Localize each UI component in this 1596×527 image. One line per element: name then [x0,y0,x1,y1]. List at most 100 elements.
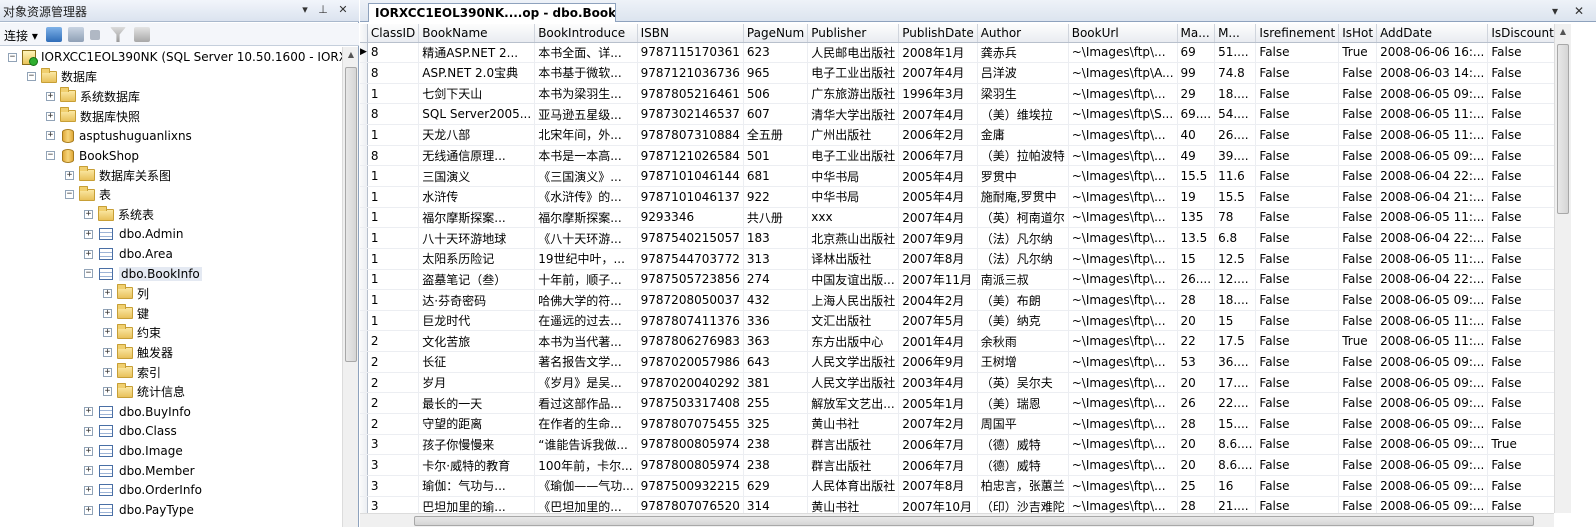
grid-cell[interactable]: 2 [367,413,420,435]
grid-cell[interactable]: 28 [1177,289,1216,311]
grid-cell[interactable]: 9787806276983 [637,330,744,353]
grid-cell[interactable]: 共八册 [743,207,809,229]
grid-cell[interactable]: 49 [1177,145,1216,167]
grid-cell[interactable]: 2008-06-05 11:... [1376,330,1489,353]
grid-cell[interactable]: False [1487,42,1554,64]
grid-cell[interactable]: False [1338,392,1378,415]
table-row[interactable]: 1 天龙八部 北宋年间，外... 9787807310884 全五册 广州出版社 2006年… [360,124,1554,146]
grid-cell[interactable]: 2008-06-04 21:... [1376,186,1489,208]
grid-cell[interactable]: False [1255,310,1340,332]
grid-cell[interactable]: （印）沙吉难陀 [977,496,1069,513]
grid-cell[interactable]: （美）纳克 [977,310,1069,332]
grid-cell[interactable]: False [1487,392,1554,415]
grid-cell[interactable]: 2005年1月 [898,392,978,415]
expand-icon[interactable]: + [84,466,93,476]
grid-cell[interactable]: 黄山书社 [807,413,900,435]
grid-cell[interactable]: 2 [367,392,420,415]
dropdown-arrow-icon[interactable]: ▾ [298,3,312,17]
table-row[interactable]: 3 巴坦加里的瑜... 《巴坦加里的... 9787807076520 314 黄山书社 2… [360,496,1554,513]
grid-cell[interactable]: False [1338,145,1378,167]
grid-cell[interactable]: 22 [1177,330,1216,353]
grid-cell[interactable]: （英）柯南道尔 [977,207,1069,229]
grid-cell[interactable]: ~\Images\ftp\... [1068,372,1178,394]
grid-cell[interactable]: ~\Images\ftp\... [1068,124,1178,146]
tab-list-icon[interactable]: ▾ [1552,4,1558,18]
grid-cell[interactable]: 9787101046137 [637,186,744,208]
grid-cell[interactable]: 孩子你慢慢来 [418,434,536,456]
grid-cell[interactable]: False [1487,186,1554,208]
expand-icon[interactable]: + [84,229,93,239]
grid-cell[interactable]: 南派三叔 [977,269,1069,291]
grid-cell[interactable]: False [1487,165,1554,187]
tree-node[interactable]: + dbo.Image [84,441,183,461]
grid-cell[interactable]: False [1487,62,1554,84]
row-header[interactable] [360,165,368,187]
table-row[interactable]: 1 巨龙时代 在遥远的过去... 9787807411376 336 文汇出版社 2007年… [360,310,1554,332]
grid-cell[interactable]: 群言出版社 [807,434,900,456]
grid-cell[interactable]: 本书为梁羽生... [534,83,638,105]
grid-cell[interactable]: 15 [1177,248,1216,270]
table-row[interactable]: 8 SQL Server2005... 亚马逊五星级... 9787302146537… [360,103,1554,126]
grid-cell[interactable]: False [1255,475,1340,497]
grid-cell[interactable]: 20 [1177,434,1216,456]
stop-icon[interactable] [90,30,100,40]
grid-cell[interactable]: （法）凡尔纳 [977,227,1069,249]
grid-cell[interactable]: False [1487,269,1554,291]
tree-node[interactable]: − IORXCC1EOL390NK (SQL Server 10.50.1600 … [8,47,342,67]
grid-cell[interactable]: 1 [367,310,420,332]
grid-cell[interactable]: False [1487,496,1554,513]
grid-cell[interactable]: SQL Server2005... [418,103,536,126]
grid-cell[interactable]: 12.5 [1214,248,1257,270]
grid-cell[interactable]: 《水浒传》的... [534,186,638,208]
grid-cell[interactable]: 26.... [1214,124,1257,146]
expand-icon[interactable]: + [65,170,74,180]
grid-cell[interactable]: 2005年4月 [898,186,978,208]
expand-icon[interactable]: + [103,348,112,357]
grid-cell[interactable]: 39.... [1214,145,1257,167]
grid-cell[interactable]: 2008-06-05 09:... [1376,372,1489,394]
grid-cell[interactable]: 381 [743,372,809,394]
grid-cell[interactable]: False [1487,475,1554,497]
grid-cell[interactable]: 2007年8月 [898,248,978,270]
grid-cell[interactable]: 2008-06-05 09:... [1376,413,1489,435]
grid-cell[interactable]: 2006年7月 [898,454,978,476]
grid-cell[interactable]: 1 [367,124,420,146]
grid-cell[interactable]: 183 [743,227,809,249]
row-header[interactable] [360,310,368,332]
grid-cell[interactable]: 《八十天环游... [534,227,638,249]
grid-cell[interactable]: 清华大学出版社 [807,103,900,126]
grid-cell[interactable]: ~\Images\ftp\... [1068,351,1178,373]
pin-icon[interactable]: ⊥ [316,3,330,17]
grid-cell[interactable]: 最长的一天 [418,392,536,415]
grid-cell[interactable]: 9787121026584 [637,145,744,167]
collapse-icon[interactable]: − [84,269,93,279]
grid-cell[interactable]: 15.5 [1214,186,1257,208]
grid-cell[interactable]: False [1338,248,1378,270]
grid-cell[interactable]: 9787020040292 [637,372,744,394]
column-header[interactable]: M... [1214,24,1257,43]
grid-cell[interactable]: 八十天环游地球 [418,227,536,249]
grid-cell[interactable]: 《巴坦加里的... [534,496,638,513]
row-header[interactable] [360,269,368,291]
tree-node[interactable]: + 列 [103,283,149,303]
grid-cell[interactable]: False [1255,42,1340,64]
grid-cell[interactable]: 哈佛大学的符... [534,289,638,311]
grid-cell[interactable]: 广州出版社 [807,124,900,146]
grid-corner[interactable] [360,24,368,43]
grid-cell[interactable]: 岁月 [418,372,536,394]
grid-cell[interactable]: 9787115170361 [637,42,744,64]
grid-cell[interactable]: 9787208050037 [637,289,744,311]
grid-cell[interactable]: 盗墓笔记（叁） [418,269,536,291]
grid-cell[interactable]: False [1255,248,1340,270]
grid-cell[interactable]: 2008-06-05 09:... [1376,83,1489,105]
grid-cell[interactable]: 看过这部作品... [534,392,638,415]
grid-cell[interactable]: 9787800805974 [637,434,744,456]
column-header[interactable]: Ma... [1177,24,1216,43]
tree-node[interactable]: − BookShop [46,146,139,166]
tree-node[interactable]: + asptushuguanlixns [46,126,192,146]
grid-cell[interactable]: 3 [367,496,420,513]
grid-vertical-scroll-thumb[interactable] [1557,44,1569,214]
grid-cell[interactable]: 69 [1177,42,1216,64]
grid-cell[interactable]: 629 [743,475,809,497]
grid-cell[interactable]: 在作者的生命... [534,413,638,435]
